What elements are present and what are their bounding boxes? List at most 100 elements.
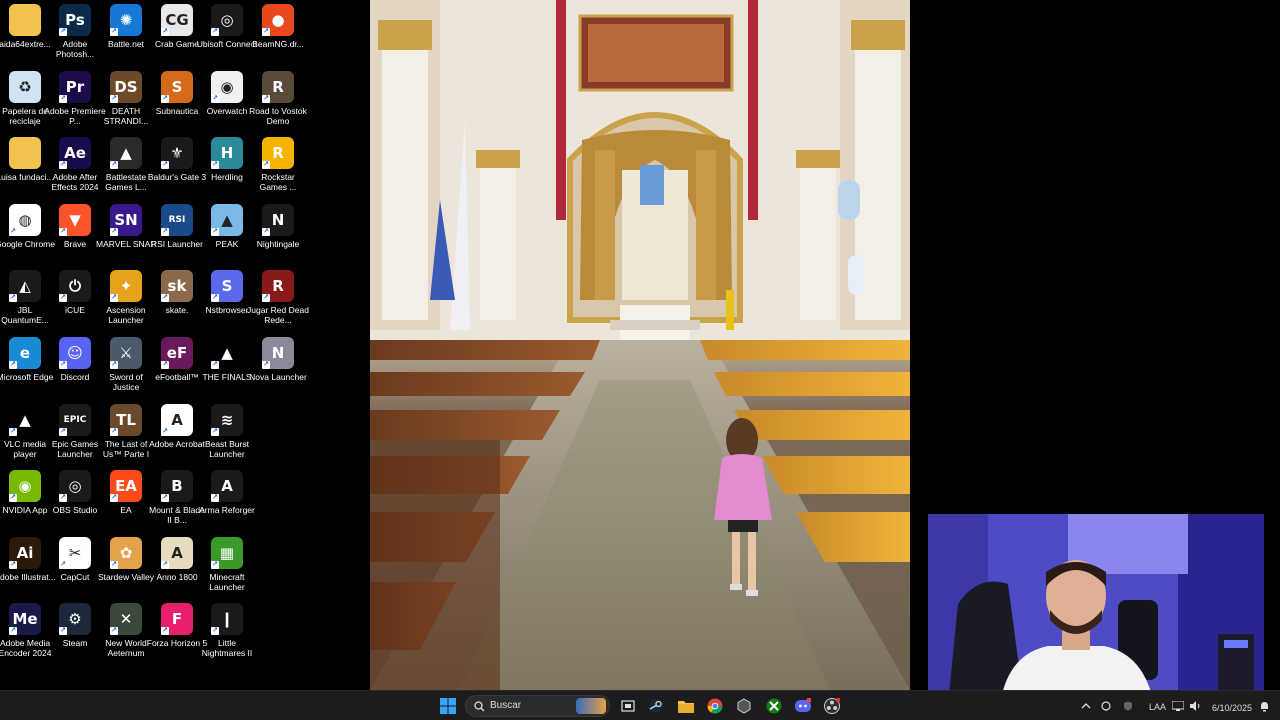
desktop-icon-illustrator[interactable]: Ai ↗ Adobe Illustrat...	[0, 535, 56, 601]
desktop-icon-sword-of-justice[interactable]: ⚔ ↗ Sword of Justice	[101, 335, 151, 401]
desktop-icon-subnautica[interactable]: S ↗ Subnautica	[152, 69, 202, 135]
shortcut-arrow-icon: ↗	[59, 427, 67, 436]
desktop-icon-ascension[interactable]: ✦ ↗ Ascension Launcher	[101, 268, 151, 334]
desktop-icon-overwatch[interactable]: ◉ ↗ Overwatch	[202, 69, 252, 135]
taskbar-chrome[interactable]	[704, 695, 726, 717]
desktop-icon-discord[interactable]: ☺ ↗ Discord	[50, 335, 100, 401]
desktop-icon-skate[interactable]: sk ↗ skate.	[152, 268, 202, 334]
shortcut-arrow-icon: ↗	[9, 627, 17, 636]
taskbar-steam-app[interactable]	[645, 695, 667, 717]
desktop-icon-recycle-bin[interactable]: ♻ Papelera de reciclaje	[0, 69, 50, 135]
shortcut-arrow-icon: ↗	[211, 560, 219, 569]
desktop-icon-nightingale[interactable]: N ↗ Nightingale	[253, 202, 303, 268]
desktop-icon-baldurs-gate[interactable]: ⚜ ↗ Baldur's Gate 3	[148, 135, 206, 201]
desktop-icon-ea[interactable]: EA ↗ EA	[101, 468, 151, 534]
input-language-indicator[interactable]: LAA	[1149, 702, 1166, 712]
obs-icon	[824, 698, 840, 714]
desktop-icon-label: Little Nightmares II	[201, 638, 253, 659]
taskbar-search[interactable]: Buscar	[465, 695, 610, 717]
shortcut-arrow-icon: ↗	[211, 161, 219, 170]
tray-overflow-button[interactable]	[1078, 695, 1094, 717]
taskbar-discord[interactable]	[792, 695, 814, 717]
desktop-icon-rockstar[interactable]: R ↗ Rockstar Games ...	[253, 135, 303, 201]
desktop-icon-nstbrowser[interactable]: S ↗ Nstbrowser	[202, 268, 252, 334]
desktop-icon-photoshop[interactable]: Ps ↗ Adobe Photosh...	[50, 2, 100, 68]
desktop-icon-death-stranding[interactable]: DS ↗ DEATH STRANDI...	[101, 69, 151, 135]
shortcut-arrow-icon: ↗	[110, 361, 118, 369]
desktop-icon-the-finals[interactable]: ▲ ↗ THE FINALS	[202, 335, 252, 401]
desktop-icon-little-nightmares[interactable]: ❙ ↗ Little Nightmares II	[202, 601, 252, 667]
shortcut-arrow-icon: ↗	[161, 294, 169, 303]
desktop-icon-peak[interactable]: ▲ ↗ PEAK	[202, 202, 252, 268]
start-button[interactable]	[437, 695, 459, 717]
desktop-icon-mount-blade[interactable]: B ↗ Mount & Blade II B...	[149, 468, 205, 534]
shortcut-arrow-icon: ↗	[59, 28, 67, 36]
taskbar-obs[interactable]	[821, 695, 843, 717]
desktop-icon-ubisoft[interactable]: ◎ ↗ Ubisoft Connect	[197, 2, 257, 68]
desktop-icon-folder[interactable]: Luisa fundaci...	[0, 135, 54, 201]
shortcut-arrow-icon: ↗	[161, 627, 169, 636]
notifications-button[interactable]	[1256, 695, 1272, 717]
desktop-icon-label: Jugar Red Dead Rede...	[247, 305, 309, 326]
taskbar-settings-app[interactable]	[733, 695, 755, 717]
desktop-icon-steam[interactable]: ⚙ ↗ Steam	[50, 601, 100, 667]
desktop-icon-chrome[interactable]: ◍ ↗ Google Chrome	[0, 202, 55, 268]
shortcut-arrow-icon: ↗	[161, 227, 169, 236]
desktop-icon-epic-games[interactable]: EPIC ↗ Epic Games Launcher	[50, 402, 100, 468]
desktop-icon-media-encoder[interactable]: Me ↗ Adobe Media Encoder 2024	[0, 601, 51, 667]
volume-button[interactable]	[1188, 695, 1204, 717]
desktop-icon-label: BeamNG.dr...	[252, 39, 304, 49]
church-interior-illustration	[370, 0, 910, 690]
desktop-icon-nvidia[interactable]: ◉ ↗ NVIDIA App	[0, 468, 50, 534]
desktop-icon-acrobat[interactable]: A ↗ Adobe Acrobat	[149, 402, 205, 468]
desktop-icon-minecraft[interactable]: ▦ ↗ Minecraft Launcher	[202, 535, 252, 601]
desktop-icon-efootball[interactable]: eF ↗ eFootball™	[152, 335, 202, 401]
desktop-icon-obs[interactable]: ◎ ↗ OBS Studio	[50, 468, 100, 534]
desktop-icon-stardew[interactable]: ✿ ↗ Stardew Valley	[98, 535, 154, 601]
desktop-icon-premiere[interactable]: Pr ↗ Adobe Premiere P...	[44, 69, 106, 135]
network-button[interactable]	[1170, 695, 1186, 717]
desktop-icon-rsi[interactable]: RSI ↗ RSI Launcher	[151, 202, 203, 268]
desktop-icon-last-of-us[interactable]: TL ↗ The Last of Us™ Parte I	[101, 402, 151, 468]
search-highlight-icon	[576, 698, 606, 714]
desktop-icon-anno[interactable]: A ↗ Anno 1800	[152, 535, 202, 601]
desktop-icon-forza[interactable]: F ↗ Forza Horizon 5	[147, 601, 207, 667]
taskbar-xbox[interactable]	[763, 695, 785, 717]
desktop-icon-crab-game[interactable]: CG ↗ Crab Game	[152, 2, 202, 68]
desktop-icon-label: Nightingale	[256, 238, 300, 249]
tray-app-1[interactable]	[1098, 695, 1114, 717]
shortcut-arrow-icon: ↗	[59, 627, 67, 636]
taskbar-file-explorer[interactable]	[675, 695, 697, 717]
desktop-icon-vlc[interactable]: ▲ ↗ VLC media player	[0, 402, 50, 468]
desktop-icon-beast-burst[interactable]: ≋ ↗ Beast Burst Launcher	[202, 402, 252, 468]
desktop-icon-beamng[interactable]: ● ↗ BeamNG.dr...	[252, 2, 304, 68]
desktop-icon-nova-launcher[interactable]: N ↗ Nova Launcher	[249, 335, 307, 401]
taskbar-date[interactable]: 6/10/2025	[1212, 703, 1252, 713]
desktop-icon-road-to-vostok[interactable]: R ↗ Road to Vostok Demo	[249, 69, 307, 135]
desktop-icon-icue[interactable]: ⏻ ↗ iCUE	[50, 268, 100, 334]
desktop-icon-new-world[interactable]: ✕ ↗ New World Aeternum	[101, 601, 151, 667]
desktop-icon-herdling[interactable]: H ↗ Herdling	[202, 135, 252, 201]
desktop-icon-folder[interactable]: aida64extre...	[0, 2, 51, 68]
chrome-icon	[707, 698, 723, 714]
desktop-icon-edge[interactable]: e ↗ Microsoft Edge	[0, 335, 53, 401]
speaker-icon	[1190, 701, 1200, 711]
desktop-icon-brave[interactable]: ▼ ↗ Brave	[50, 202, 100, 268]
desktop-icon-battlestate[interactable]: ▲ ↗ Battlestate Games L...	[101, 135, 151, 201]
desktop-icon-after-effects[interactable]: Ae ↗ Adobe After Effects 2024	[50, 135, 100, 201]
search-placeholder: Buscar	[490, 700, 522, 711]
task-view-button[interactable]	[617, 695, 639, 717]
desktop-icon-battlenet[interactable]: ✺ ↗ Battle.net	[101, 2, 151, 68]
shortcut-arrow-icon: ↗	[262, 161, 270, 170]
desktop-icon-jbl[interactable]: ◭ ↗ JBL QuantumE...	[0, 268, 50, 334]
desktop-icon-capcut[interactable]: ✂ ↗ CapCut	[50, 535, 100, 601]
tray-app-2[interactable]	[1120, 695, 1136, 717]
desktop-icon-label: Road to Vostok Demo	[249, 105, 307, 126]
desktop-icon-red-dead[interactable]: R ↗ Jugar Red Dead Rede...	[247, 268, 309, 334]
shortcut-arrow-icon: ↗	[110, 227, 118, 236]
tray-shield-icon	[1124, 701, 1132, 711]
desktop-icon-marvel-snap[interactable]: SN ↗ MARVEL SNAP	[96, 202, 156, 268]
shortcut-arrow-icon: ↗	[9, 494, 17, 503]
desktop-icon-arma[interactable]: A ↗ Arma Reforger	[199, 468, 255, 534]
shortcut-arrow-icon: ↗	[211, 28, 219, 36]
